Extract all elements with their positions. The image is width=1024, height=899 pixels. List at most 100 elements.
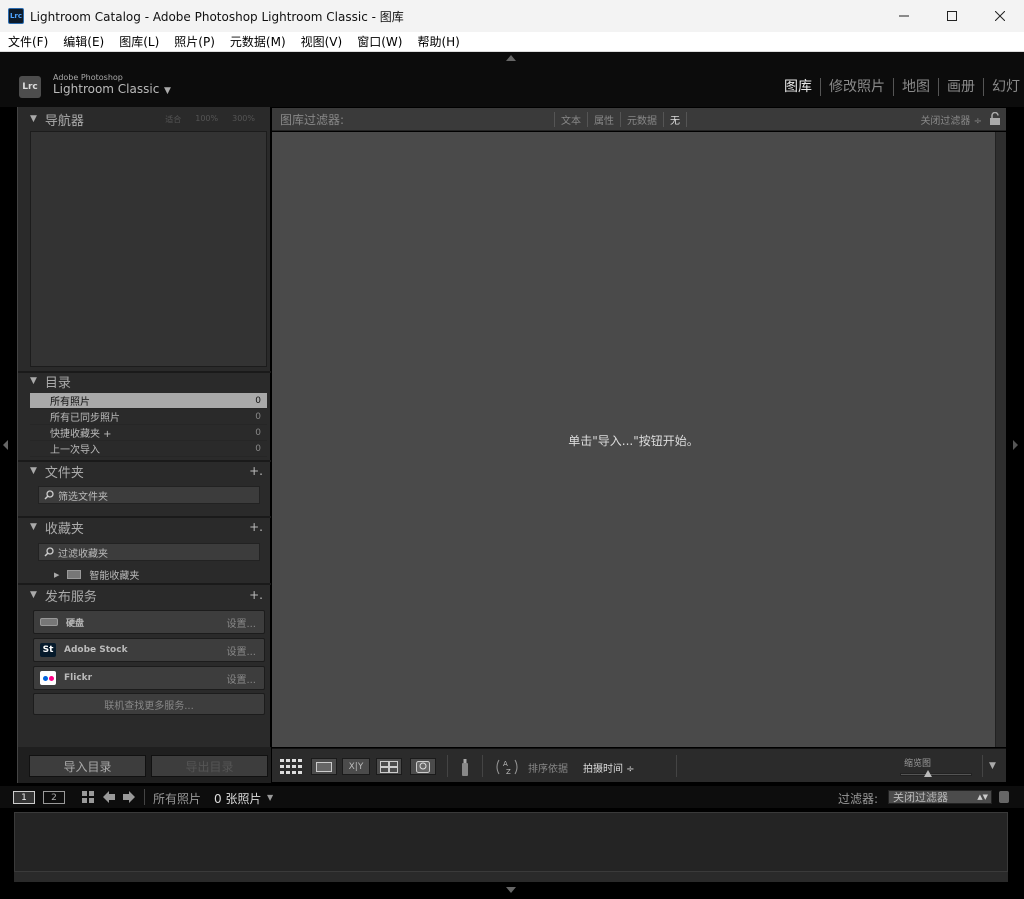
find-more-services-button[interactable]: 联机查找更多服务...	[33, 693, 265, 715]
sort-direction-button[interactable]: A Z	[494, 758, 520, 776]
navigator-preview[interactable]	[30, 131, 267, 367]
people-view-button[interactable]	[410, 758, 436, 775]
export-catalog-button[interactable]: 导出目录	[151, 755, 268, 777]
publish-setup-button[interactable]: 设置...	[226, 671, 256, 686]
filter-tab-text[interactable]: 文本	[554, 111, 587, 127]
module-map[interactable]: 地图	[894, 78, 939, 96]
navigator-header[interactable]: ▼ 导航器 适合 100% 300%	[18, 108, 271, 130]
slider-knob-icon[interactable]	[924, 770, 932, 777]
survey-view-button[interactable]	[376, 758, 402, 775]
publish-setup-button[interactable]: 设置...	[226, 643, 256, 658]
filmstrip[interactable]	[14, 812, 1008, 872]
forward-arrow-icon[interactable]	[123, 791, 135, 803]
module-book[interactable]: 画册	[939, 78, 984, 96]
maximize-button[interactable]	[928, 0, 976, 32]
right-panel-toggle-icon[interactable]	[1013, 440, 1018, 450]
menu-edit[interactable]: 编辑(E)	[63, 33, 104, 50]
left-panel-toggle-icon[interactable]	[3, 440, 8, 450]
add-collection-button[interactable]: +.	[249, 520, 263, 534]
filmstrip-filter-select[interactable]: 关闭过滤器 ▲▼	[888, 790, 992, 804]
catalog-quick-collection[interactable]: 快捷收藏夹 + 0	[30, 425, 267, 441]
library-filter-bar: 图库过滤器: 文本 属性 元数据 无 关闭过滤器 ÷	[272, 108, 1006, 131]
filter-tab-metadata[interactable]: 元数据	[620, 111, 663, 127]
svg-text:A: A	[503, 760, 508, 768]
grid-view[interactable]: 单击"导入..."按钮开始。	[272, 132, 995, 747]
thumbnails-label: 缩览图	[904, 759, 932, 769]
module-slideshow[interactable]: 幻灯	[984, 78, 1024, 96]
painter-button[interactable]	[458, 758, 472, 776]
add-folder-button[interactable]: +.	[249, 464, 263, 478]
publish-setup-button[interactable]: 设置...	[226, 615, 256, 630]
empty-grid-message: 单击"导入..."按钮开始。	[568, 434, 699, 448]
grid-mode-icon[interactable]	[82, 791, 96, 803]
menu-file[interactable]: 文件(F)	[8, 33, 48, 50]
compare-view-button[interactable]: X|Y	[342, 758, 370, 775]
menu-help[interactable]: 帮助(H)	[417, 33, 459, 50]
smart-collections-label: 智能收藏夹	[89, 571, 140, 582]
menu-library[interactable]: 图库(L)	[119, 33, 159, 50]
catalog-all-photographs[interactable]: 所有照片 0	[30, 393, 267, 409]
top-panel-toggle-icon[interactable]	[506, 55, 516, 61]
zoom-fit[interactable]: 适合	[165, 114, 181, 125]
left-panel-footer: 导入目录 导出目录	[18, 747, 271, 783]
catalog-previous-import[interactable]: 上一次导入 0	[30, 441, 267, 457]
lrc-logo: Lrc	[19, 76, 41, 98]
catalog-all-synced[interactable]: 所有已同步照片 0	[30, 409, 267, 425]
face-icon	[416, 760, 430, 773]
menu-view[interactable]: 视图(V)	[301, 33, 343, 50]
collapse-triangle-icon: ▼	[30, 590, 37, 600]
back-arrow-icon[interactable]	[103, 791, 115, 803]
brand-lightroom-classic[interactable]: Lightroom Classic	[53, 82, 159, 96]
filmstrip-toggle-icon[interactable]	[506, 887, 516, 893]
grid-scrollbar[interactable]	[995, 132, 1006, 747]
filter-presets-dropdown[interactable]: 关闭过滤器 ÷	[920, 112, 982, 127]
filmstrip-source[interactable]: 所有照片	[153, 790, 201, 807]
folder-filter-input[interactable]: 筛选文件夹	[38, 486, 260, 504]
filter-tab-none[interactable]: 无	[663, 111, 687, 127]
filter-tab-attribute[interactable]: 属性	[587, 111, 620, 127]
close-button[interactable]	[976, 0, 1024, 32]
zoom-300[interactable]: 300%	[232, 114, 255, 125]
import-catalog-button[interactable]: 导入目录	[29, 755, 146, 777]
menu-photo[interactable]: 照片(P)	[174, 33, 215, 50]
flickr-icon	[40, 671, 56, 685]
minimize-button[interactable]	[880, 0, 928, 32]
menu-metadata[interactable]: 元数据(M)	[230, 33, 286, 50]
sort-az-icon: A Z	[496, 759, 518, 776]
folders-title: 文件夹	[44, 465, 84, 481]
source-dropdown-icon[interactable]: ▼	[267, 793, 273, 802]
library-toolbar: X|Y A Z 排序依据 拍摄时间 ÷ 缩览图 ▼	[272, 748, 1006, 782]
toolbar-options-dropdown[interactable]: ▼	[982, 755, 1002, 777]
module-library[interactable]: 图库	[776, 78, 821, 96]
collections-header[interactable]: ▼ 收藏夹 +.	[18, 516, 271, 538]
filter-lock-icon[interactable]	[989, 112, 1001, 126]
module-develop[interactable]: 修改照片	[821, 78, 894, 96]
thumbnail-size-slider[interactable]	[900, 773, 972, 776]
grid-view-button[interactable]	[279, 758, 303, 775]
filmstrip-scrollbar[interactable]	[14, 872, 1008, 882]
smart-collections-row[interactable]: ▶ 智能收藏夹	[54, 567, 139, 582]
publish-adobe-stock[interactable]: St Adobe Stock 设置...	[33, 638, 265, 662]
menu-window[interactable]: 窗口(W)	[357, 33, 402, 50]
catalog-header[interactable]: ▼ 目录	[18, 370, 271, 392]
primary-display-button[interactable]: 1	[13, 791, 35, 804]
sort-by-dropdown[interactable]: 拍摄时间 ÷	[583, 760, 635, 775]
folders-header[interactable]: ▼ 文件夹 +.	[18, 460, 271, 482]
zoom-100[interactable]: 100%	[195, 114, 218, 125]
adobe-stock-icon: St	[40, 643, 56, 657]
publish-service-label: Adobe Stock	[64, 645, 128, 655]
filmstrip-filter-label: 过滤器:	[838, 792, 879, 806]
catalog-item-label: 所有已同步照片	[50, 413, 120, 424]
loupe-view-button[interactable]	[311, 758, 337, 775]
add-publish-service-button[interactable]: +.	[249, 588, 263, 602]
filmstrip-separator	[144, 789, 145, 805]
collection-filter-input[interactable]: 过滤收藏夹	[38, 543, 260, 561]
identity-caret-icon[interactable]: ▼	[164, 86, 171, 96]
publish-flickr[interactable]: Flickr 设置...	[33, 666, 265, 690]
secondary-display-button[interactable]: 2	[43, 791, 65, 804]
filmstrip-filter-lock-icon[interactable]	[999, 791, 1009, 803]
catalog-item-label: 快捷收藏夹 +	[50, 429, 112, 440]
publish-hard-drive[interactable]: 硬盘 设置...	[33, 610, 265, 634]
filter-tabs: 文本 属性 元数据 无	[554, 111, 687, 127]
publish-services-header[interactable]: ▼ 发布服务 +.	[18, 584, 271, 606]
